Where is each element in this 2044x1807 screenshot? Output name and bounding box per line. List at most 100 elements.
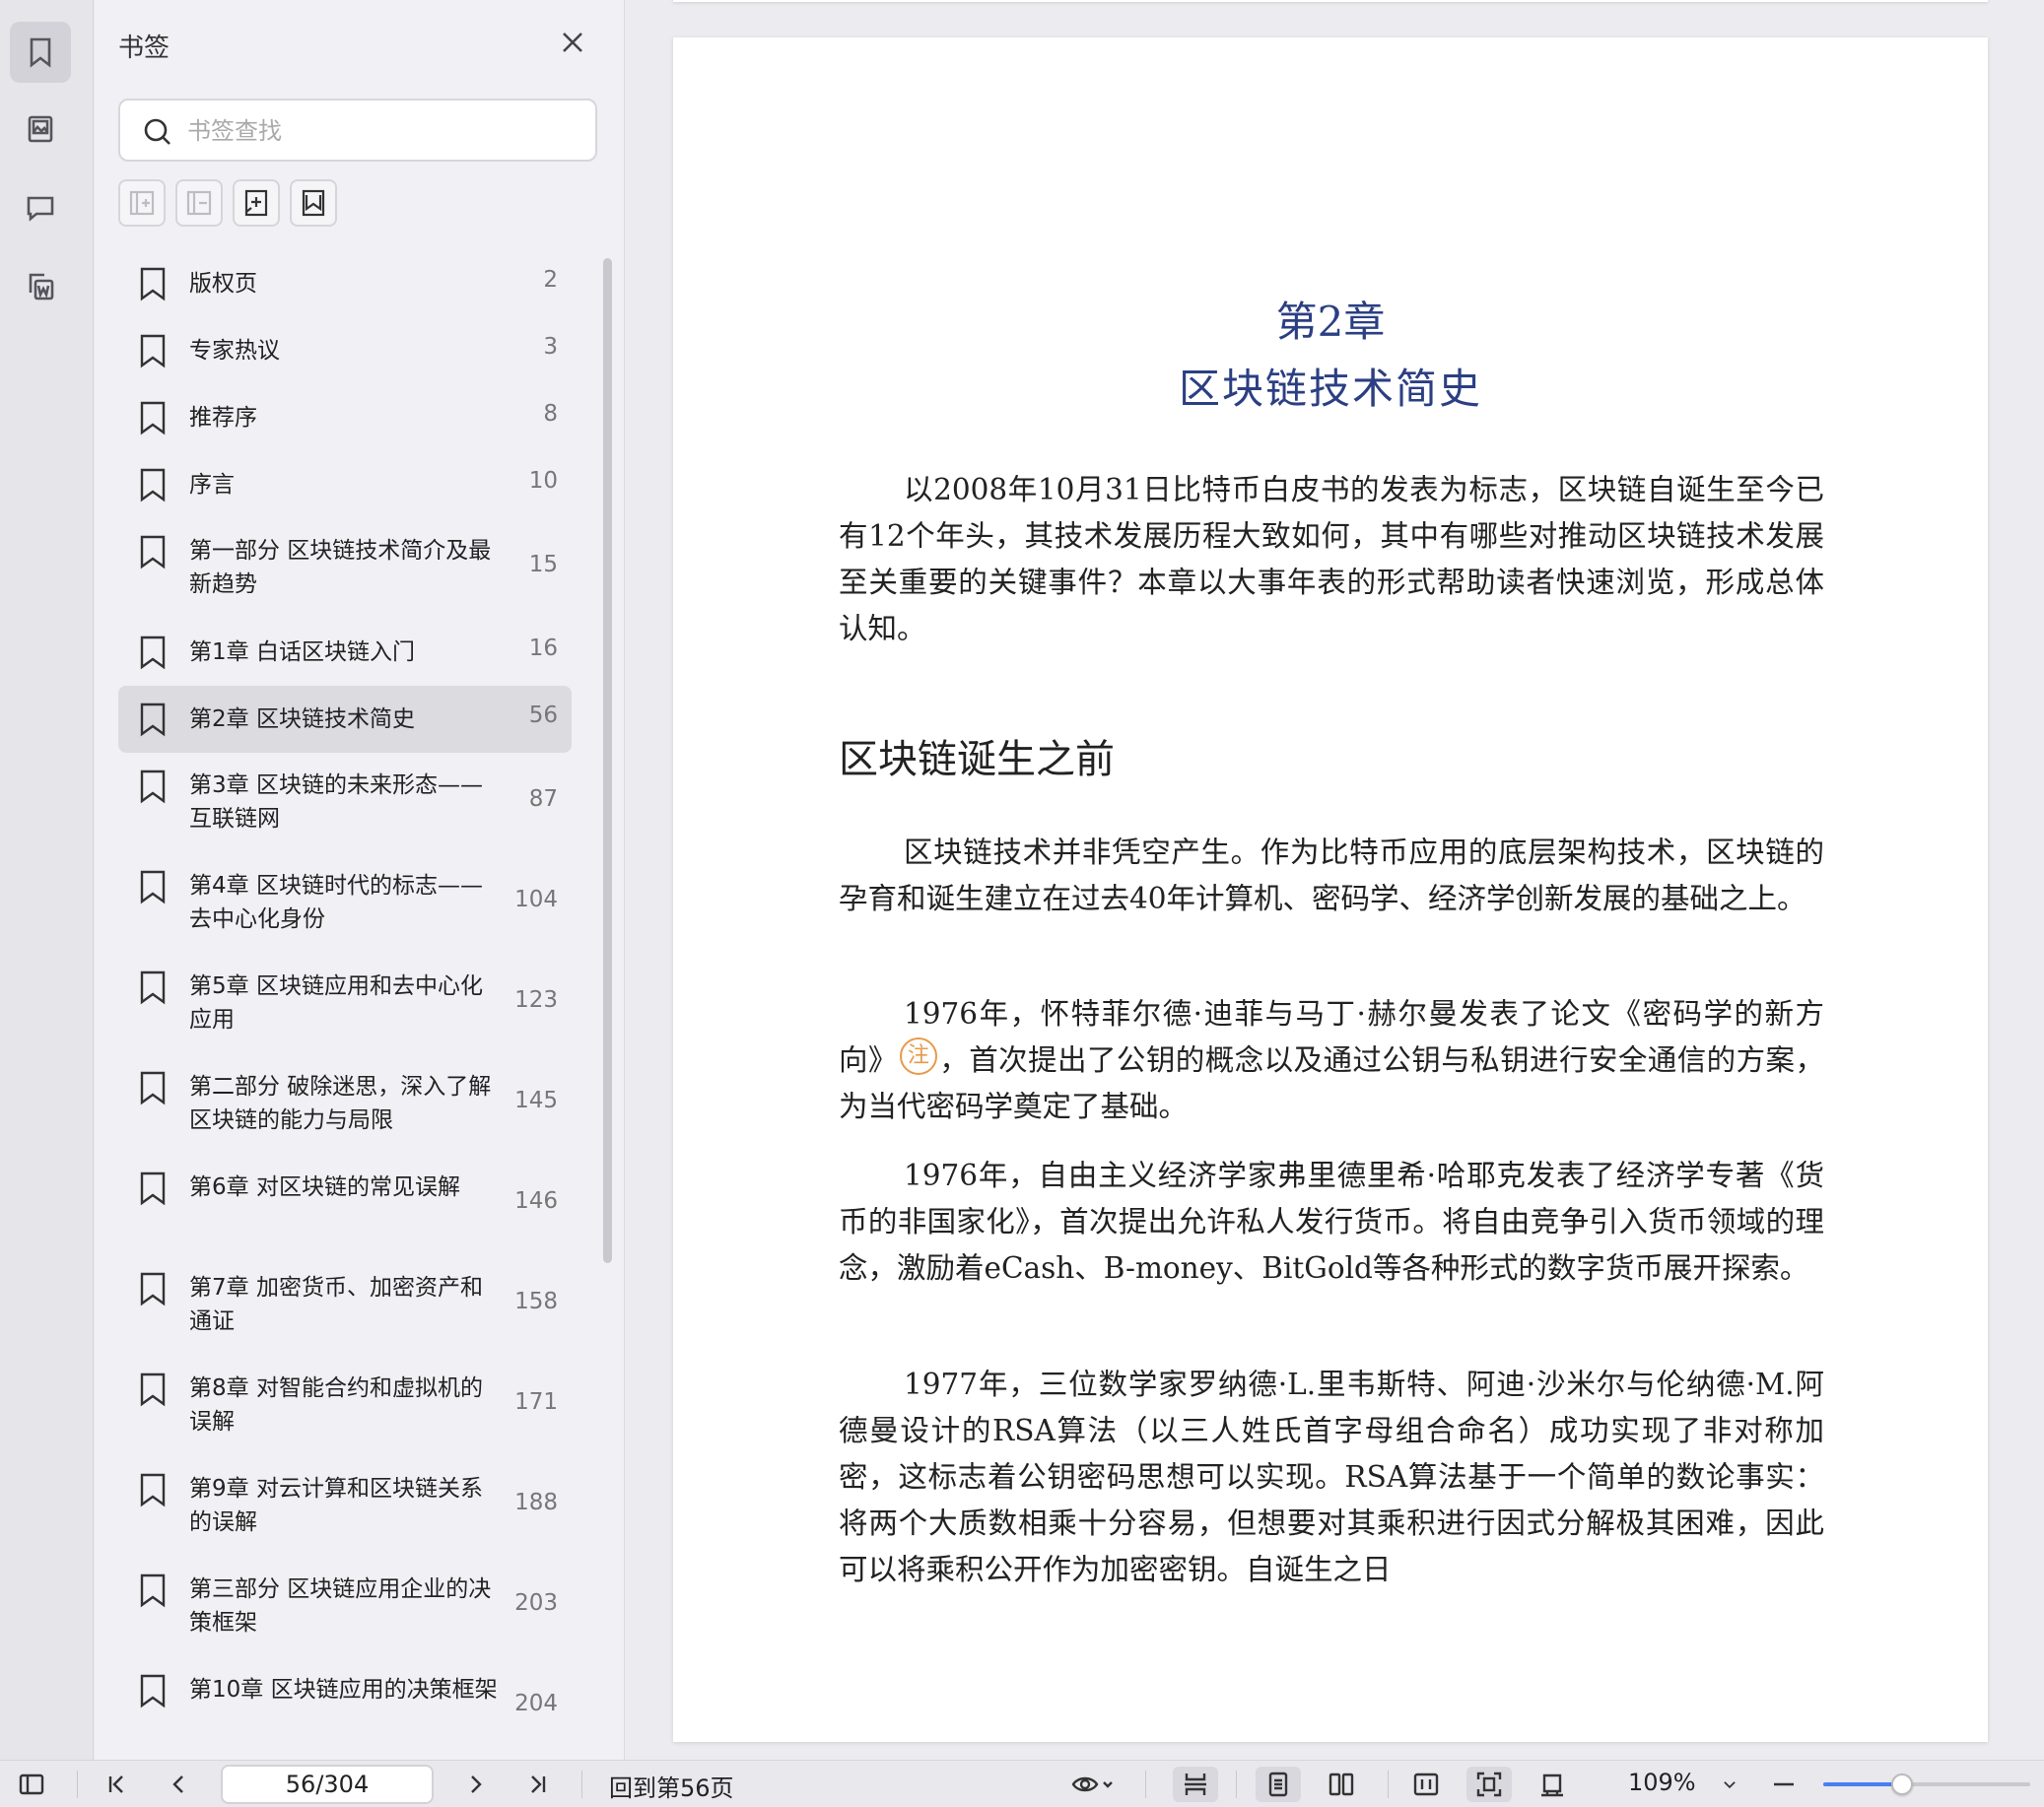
paragraph-2-part-b: ，首次提出了公钥的概念以及通过公钥与私钥进行安全通信的方案，为当代密码学奠定了基… — [839, 1043, 1824, 1123]
two-page-icon[interactable] — [1319, 1767, 1364, 1802]
bookmark-label: 第6章 对区块链的常见误解 — [189, 1174, 460, 1200]
bookmark-label: 专家热议 — [189, 338, 280, 364]
previous-page-edge — [673, 0, 1988, 2]
fit-width-icon[interactable] — [1403, 1767, 1449, 1802]
bookmark-icon — [138, 266, 168, 301]
search-input[interactable] — [187, 112, 581, 150]
bookmark-item[interactable]: 第4章 区块链时代的标志——去中心化身份 104 — [118, 853, 572, 954]
first-page-icon[interactable] — [99, 1767, 134, 1802]
bookmark-item[interactable]: 第9章 对云计算和区块链关系的误解 188 — [118, 1456, 572, 1557]
bookmark-add-below-button[interactable] — [290, 179, 337, 227]
convert-word-icon[interactable] — [10, 256, 71, 317]
bookmark-label: 第5章 区块链应用和去中心化应用 — [189, 973, 483, 1033]
bookmark-toolbar — [118, 179, 337, 227]
bookmark-page-number: 123 — [514, 987, 558, 1013]
bookmark-label: 序言 — [189, 472, 235, 498]
bookmark-label: 第1章 白话区块链入门 — [189, 639, 415, 665]
divider — [1236, 1771, 1237, 1798]
divider — [1388, 1771, 1389, 1798]
document-page: 第2章 区块链技术简史 以2008年10月31日比特币白皮书的发表为标志，区块链… — [673, 37, 1988, 1742]
chapter-title: 区块链技术简史 — [1178, 365, 1482, 413]
expand-all-button[interactable] — [118, 179, 166, 227]
prev-page-icon[interactable] — [162, 1767, 197, 1802]
bookmark-icon — [138, 534, 168, 569]
bookmark-page-number: 16 — [528, 636, 558, 661]
bookmark-item[interactable]: 第6章 对区块链的常见误解 146 — [118, 1155, 572, 1255]
bookmark-page-number: 188 — [514, 1490, 558, 1515]
bookmark-item[interactable]: 第三部分 区块链应用企业的决策框架 203 — [118, 1557, 572, 1657]
eye-mode-icon[interactable] — [1062, 1767, 1122, 1802]
bookmark-label: 第3章 区块链的未来形态——互联链网 — [189, 772, 483, 832]
bookmark-icon — [138, 333, 168, 368]
bookmark-label: 推荐序 — [189, 405, 257, 431]
collapse-all-button[interactable] — [175, 179, 223, 227]
fit-page-icon[interactable] — [1466, 1767, 1512, 1802]
bookmark-label: 第一部分 区块链技术简介及最新趋势 — [189, 538, 492, 597]
zoom-out-icon[interactable] — [1766, 1767, 1802, 1802]
bookmark-item[interactable]: 第一部分 区块链技术简介及最新趋势 15 — [118, 518, 572, 619]
bookmark-icon — [138, 769, 168, 804]
continuous-scroll-icon[interactable] — [1173, 1767, 1218, 1802]
bookmark-icon — [138, 635, 168, 670]
bookmark-item[interactable]: 第8章 对智能合约和虚拟机的误解 171 — [118, 1356, 572, 1456]
panel-title: 书签 — [118, 33, 170, 63]
bookmark-page-number: 10 — [528, 468, 558, 494]
icon-rail — [0, 0, 94, 1760]
search-icon — [144, 118, 170, 145]
panel-scrollbar[interactable] — [603, 258, 612, 1263]
bookmark-item[interactable]: 第2章 区块链技术简史 56 — [118, 686, 572, 753]
page-number-input[interactable]: 56/304 — [221, 1765, 434, 1804]
zoom-dropdown-icon[interactable] — [1715, 1767, 1744, 1802]
bookmark-item[interactable]: 第二部分 破除迷思，深入了解区块链的能力与局限 145 — [118, 1054, 572, 1155]
bookmark-label: 版权页 — [189, 271, 257, 297]
bookmark-item[interactable]: 第10章 区块链应用的决策框架 204 — [118, 1657, 572, 1758]
comment-icon[interactable] — [10, 177, 71, 238]
bookmark-panel-icon[interactable] — [10, 22, 71, 83]
single-page-icon[interactable] — [1256, 1767, 1301, 1802]
bookmark-item[interactable]: 专家热议 3 — [118, 317, 572, 384]
bookmark-panel: 书签 版权页2专家热议3推荐序8序言10第一部分 区块链技术简介及最新趋势15第… — [95, 0, 625, 1760]
bookmark-icon — [138, 970, 168, 1005]
zoom-level[interactable]: 109% — [1628, 1769, 1696, 1796]
bookmark-icon — [138, 1271, 168, 1306]
sidebar-toggle-icon[interactable] — [14, 1767, 49, 1802]
bookmark-page-number: 56 — [528, 703, 558, 728]
zoom-slider[interactable] — [1823, 1774, 2030, 1795]
bookmark-page-number: 15 — [528, 552, 558, 577]
paragraph-1: 区块链技术并非凭空产生。作为比特币应用的底层架构技术，区块链的孕育和诞生建立在过… — [839, 836, 1824, 915]
next-page-icon[interactable] — [457, 1767, 493, 1802]
thumbnail-icon[interactable] — [10, 99, 71, 160]
divider — [1145, 1771, 1146, 1798]
bookmark-item[interactable]: 第5章 区块链应用和去中心化应用 123 — [118, 954, 572, 1054]
bookmark-item[interactable]: 第7章 加密货币、加密资产和通证 158 — [118, 1255, 572, 1356]
bookmark-item[interactable]: 序言 10 — [118, 451, 572, 518]
bookmark-label: 第10章 区块链应用的决策框架 — [189, 1677, 498, 1703]
bookmark-page-number: 204 — [514, 1691, 558, 1716]
bookmark-item[interactable]: 版权页 2 — [118, 250, 572, 317]
divider — [581, 1771, 582, 1798]
footnote-mark[interactable]: 注 — [899, 1037, 937, 1075]
zoom-slider-knob[interactable] — [1890, 1774, 1913, 1795]
status-bar: 56/304 回到第56页 109% — [0, 1760, 2044, 1807]
goto-page-link[interactable]: 回到第56页 — [609, 1769, 734, 1803]
paragraph-2: 1976年，怀特菲尔德·迪菲与马丁·赫尔曼发表了论文《密码学的新方向》注，首次提… — [839, 991, 1824, 1130]
bookmark-page-number: 8 — [543, 401, 558, 427]
bookmark-page-number: 171 — [514, 1389, 558, 1415]
last-page-icon[interactable] — [520, 1767, 556, 1802]
bookmark-item[interactable]: 第1章 白话区块链入门 16 — [118, 619, 572, 686]
bookmark-label: 第二部分 破除迷思，深入了解区块链的能力与局限 — [189, 1074, 492, 1133]
bookmark-item[interactable]: 第3章 区块链的未来形态——互联链网 87 — [118, 753, 572, 853]
add-bookmark-button[interactable] — [233, 179, 280, 227]
bookmark-page-number: 146 — [514, 1188, 558, 1214]
bookmark-search — [118, 99, 597, 162]
zoom-slider-fill — [1823, 1782, 1902, 1786]
bookmark-page-number: 87 — [528, 786, 558, 812]
bookmark-page-number: 145 — [514, 1088, 558, 1113]
bookmark-label: 第2章 区块链技术简史 — [189, 706, 415, 732]
bookmark-label: 第三部分 区块链应用企业的决策框架 — [189, 1576, 492, 1636]
rotate-icon[interactable] — [1530, 1767, 1575, 1802]
close-icon[interactable] — [556, 26, 589, 59]
bookmark-label: 第8章 对智能合约和虚拟机的误解 — [189, 1375, 483, 1435]
bookmark-item[interactable]: 推荐序 8 — [118, 384, 572, 451]
section-heading: 区块链诞生之前 — [839, 737, 1115, 782]
